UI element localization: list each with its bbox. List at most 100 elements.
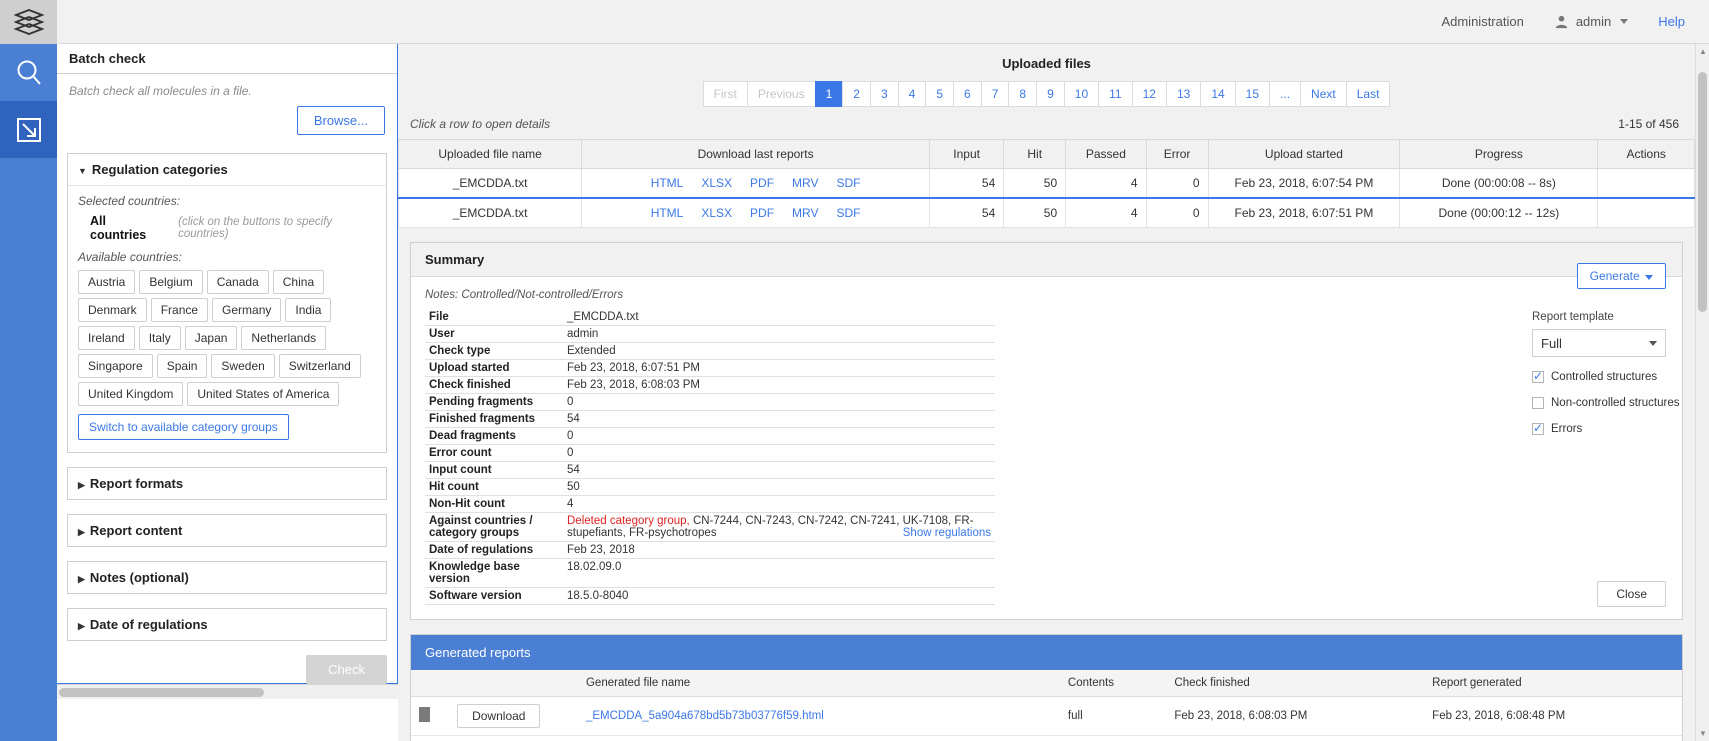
checkbox[interactable] — [1532, 371, 1544, 383]
country-button[interactable]: Japan — [185, 326, 238, 350]
pager-page-11[interactable]: 11 — [1098, 81, 1131, 107]
pager-next[interactable]: Next — [1300, 81, 1346, 107]
check-button[interactable]: Check — [306, 655, 387, 684]
pager-page-4[interactable]: 4 — [898, 81, 926, 107]
report-template-select[interactable]: Full — [1532, 329, 1666, 357]
checkbox-row[interactable]: Controlled structures — [1532, 371, 1666, 383]
generate-button[interactable]: Generate — [1577, 263, 1666, 289]
country-button[interactable]: Spain — [157, 354, 208, 378]
country-button[interactable]: United Kingdom — [78, 382, 183, 406]
country-button[interactable]: France — [151, 298, 208, 322]
pager-page-2[interactable]: 2 — [842, 81, 870, 107]
summary-value: 0 — [563, 394, 995, 411]
rail-item-search[interactable] — [0, 44, 57, 101]
help-link[interactable]: Help — [1658, 14, 1685, 29]
download-link-html[interactable]: HTML — [651, 176, 684, 190]
pager-page-14[interactable]: 14 — [1200, 81, 1234, 107]
summary-key: Error count — [425, 445, 563, 462]
summary-row: Error count0 — [425, 445, 995, 462]
pager-page-9[interactable]: 9 — [1036, 81, 1064, 107]
rail-item-batch-check[interactable] — [0, 101, 57, 158]
accordion-header[interactable]: ▶Report formats — [68, 468, 386, 499]
country-button[interactable]: Sweden — [211, 354, 274, 378]
accordion-label: Report formats — [90, 476, 183, 491]
summary-key: Dead fragments — [425, 428, 563, 445]
user-menu[interactable]: admin — [1554, 14, 1628, 29]
cell-download-button: Download — [449, 697, 578, 736]
generated-reports-body: Download _EMCDDA_5a904a678bd5b73b03776f59… — [411, 697, 1682, 741]
app-logo[interactable] — [0, 0, 57, 44]
pager-page-7[interactable]: 7 — [981, 81, 1009, 107]
country-button[interactable]: Italy — [139, 326, 181, 350]
table-row[interactable]: _EMCDDA.txtHTMLXLSXPDFMRVSDF545040Feb 23… — [399, 198, 1695, 228]
country-button[interactable]: Switzerland — [279, 354, 361, 378]
download-link-xlsx[interactable]: XLSX — [701, 206, 732, 220]
available-countries-label: Available countries: — [78, 250, 376, 264]
selected-countries-hint: (click on the buttons to specify countri… — [178, 216, 376, 240]
close-button[interactable]: Close — [1597, 581, 1666, 607]
generated-report-row[interactable]: Download_EMCDDA_5a904a678bd5b73b03776f58… — [411, 736, 1682, 741]
country-button[interactable]: Singapore — [78, 354, 153, 378]
country-button[interactable]: Belgium — [139, 270, 202, 294]
country-button[interactable]: Ireland — [78, 326, 135, 350]
administration-link[interactable]: Administration — [1441, 14, 1523, 29]
browse-row: Browse... — [57, 98, 397, 135]
pager-last[interactable]: Last — [1346, 81, 1391, 107]
accordion-header[interactable]: ▶Notes (optional) — [68, 562, 386, 593]
generated-file-link[interactable]: _EMCDDA_5a904a678bd5b73b03776f59.html — [586, 710, 824, 722]
show-regulations-link[interactable]: Show regulations — [903, 527, 991, 539]
pager-page-10[interactable]: 10 — [1064, 81, 1098, 107]
download-link-pdf[interactable]: PDF — [750, 176, 774, 190]
country-button[interactable]: United States of America — [187, 382, 339, 406]
download-button[interactable]: Download — [457, 704, 540, 728]
search-icon — [14, 58, 44, 88]
scroll-up-icon[interactable]: ▲ — [1696, 47, 1709, 56]
download-link-mrv[interactable]: MRV — [792, 206, 818, 220]
summary-key: Software version — [425, 588, 563, 605]
country-button[interactable]: Austria — [78, 270, 135, 294]
country-button[interactable]: Netherlands — [241, 326, 326, 350]
column-header: Report generated — [1424, 670, 1682, 697]
summary-row-against-countries: Against countries / category groupsDelet… — [425, 513, 995, 542]
switch-category-groups-button[interactable]: Switch to available category groups — [78, 414, 289, 440]
download-link-sdf[interactable]: SDF — [837, 206, 861, 220]
accordion-header[interactable]: ▶Report content — [68, 515, 386, 546]
accordion-header[interactable]: ▶Date of regulations — [68, 609, 386, 640]
country-button[interactable]: Denmark — [78, 298, 147, 322]
browse-button[interactable]: Browse... — [297, 106, 385, 135]
checkbox-row[interactable]: Non-controlled structures — [1532, 397, 1666, 409]
pager-page-5[interactable]: 5 — [925, 81, 953, 107]
pager-page-1[interactable]: 1 — [815, 81, 843, 107]
download-link-html[interactable]: HTML — [651, 206, 684, 220]
checkbox[interactable] — [1532, 397, 1544, 409]
pager-page-13[interactable]: 13 — [1166, 81, 1200, 107]
pager-page-8[interactable]: 8 — [1008, 81, 1036, 107]
pager-page-15[interactable]: 15 — [1235, 81, 1269, 107]
download-link-xlsx[interactable]: XLSX — [701, 176, 732, 190]
download-link-pdf[interactable]: PDF — [750, 206, 774, 220]
left-panel-scrollbar[interactable] — [57, 684, 398, 699]
scrollbar-thumb[interactable] — [59, 688, 264, 697]
download-link-mrv[interactable]: MRV — [792, 176, 818, 190]
summary-row: Finished fragments54 — [425, 411, 995, 428]
regulation-categories-header[interactable]: ▼Regulation categories — [68, 154, 386, 186]
scrollbar-thumb[interactable] — [1698, 72, 1707, 312]
table-row[interactable]: _EMCDDA.txtHTMLXLSXPDFMRVSDF545040Feb 23… — [399, 169, 1695, 199]
pager-page-6[interactable]: 6 — [953, 81, 981, 107]
scroll-down-icon[interactable]: ▼ — [1696, 729, 1709, 738]
pager-page-12[interactable]: 12 — [1132, 81, 1166, 107]
pager-page-...[interactable]: ... — [1269, 81, 1300, 107]
checkbox[interactable] — [1532, 423, 1544, 435]
country-button[interactable]: Germany — [212, 298, 281, 322]
checkbox-row[interactable]: Errors — [1532, 423, 1666, 435]
column-header: Actions — [1598, 140, 1695, 169]
triangle-right-icon: ▶ — [78, 527, 85, 538]
pager-page-3[interactable]: 3 — [870, 81, 898, 107]
download-link-sdf[interactable]: SDF — [837, 176, 861, 190]
column-header: Uploaded file name — [399, 140, 582, 169]
country-button[interactable]: India — [285, 298, 331, 322]
country-button[interactable]: China — [273, 270, 324, 294]
generated-report-row[interactable]: Download _EMCDDA_5a904a678bd5b73b03776f59… — [411, 697, 1682, 736]
country-button[interactable]: Canada — [207, 270, 269, 294]
main-scrollbar[interactable]: ▲ ▼ — [1695, 44, 1709, 741]
